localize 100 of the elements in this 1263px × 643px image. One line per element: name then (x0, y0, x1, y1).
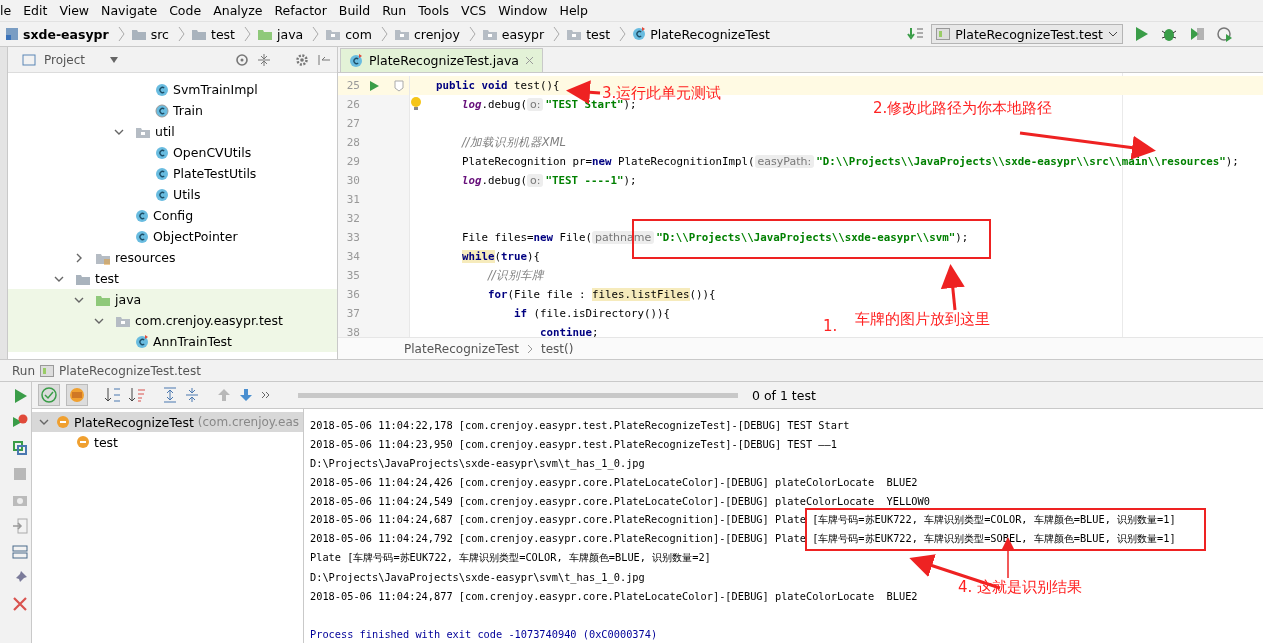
tree-item[interactable]: OpenCVUtils (8, 142, 337, 163)
tree-item[interactable]: AnnTrainTest (8, 331, 337, 352)
more-icon[interactable] (260, 389, 272, 401)
class-icon (155, 103, 169, 118)
sort-alpha-icon[interactable] (104, 387, 122, 403)
collapse-icon[interactable] (257, 52, 271, 67)
test-config-icon (936, 28, 951, 40)
code-line: PlateRecognition pr=new PlateRecognitionImpl( easyPath: "D:\\Projects\\JavaProjects\\sxde-easypr\\src\\main\\resources"); (461, 155, 1239, 168)
fold-icon[interactable] (394, 79, 404, 92)
code-line: public void test(){ (435, 79, 560, 92)
panel-title[interactable]: Project (44, 52, 86, 67)
lightbulb-icon[interactable] (410, 96, 422, 112)
tree-item[interactable]: ObjectPointer (8, 226, 337, 247)
menu-item[interactable]: Window (498, 3, 548, 18)
menu-item[interactable]: Refactor (274, 3, 327, 18)
arrow-down-icon[interactable] (238, 387, 254, 403)
breadcrumb-item[interactable]: easypr (501, 26, 545, 42)
breadcrumb-item[interactable]: test() (541, 341, 574, 356)
line-number: 26 (345, 98, 360, 111)
menu-item[interactable]: Analyze (213, 3, 263, 18)
code-line: log.debug( o: "TEST ----1"); (461, 174, 637, 187)
breadcrumb-item[interactable]: PlateRecognizeTest (404, 341, 519, 356)
tree-item[interactable]: test (8, 268, 337, 289)
breadcrumb-item[interactable]: com (345, 26, 372, 42)
collapse-all-icon[interactable] (184, 387, 200, 403)
line-number: 35 (345, 269, 360, 282)
code-line: continue; (539, 326, 599, 337)
line-number: 27 (345, 117, 360, 130)
project-icon (5, 27, 19, 41)
tree-item[interactable]: Train (8, 100, 337, 121)
show-ignored-toggle[interactable] (66, 384, 88, 406)
toggle-auto-test-icon[interactable] (11, 440, 28, 456)
sort-duration-icon[interactable] (128, 387, 146, 403)
menu-item[interactable]: Help (559, 3, 589, 18)
class-icon (155, 145, 169, 160)
test-config-icon (40, 363, 54, 378)
hide-icon[interactable] (317, 52, 331, 67)
tree-item[interactable]: util (8, 121, 337, 142)
test-tree-item[interactable]: PlateRecognizeTest (com.crenjoy.eas (32, 412, 303, 432)
breadcrumb-item[interactable]: src (150, 26, 169, 42)
menu-item[interactable]: Tools (418, 3, 449, 18)
layout-icon[interactable] (11, 544, 28, 560)
run-icon[interactable] (1133, 26, 1149, 42)
expand-all-icon[interactable] (162, 387, 178, 403)
breadcrumb-item[interactable]: java (277, 26, 304, 42)
rerun-failed-icon[interactable] (11, 414, 28, 430)
tree-item[interactable]: SvmTrainImpl (8, 79, 337, 100)
close-icon[interactable] (524, 56, 534, 65)
line-number: 37 (345, 307, 360, 320)
console-line: Plate [车牌号码=苏EUK722, 车牌识别类型=COLOR, 车牌颜色=BLUE, 识别数量=2] (310, 549, 711, 565)
tree-item[interactable]: java (8, 289, 337, 310)
line-number: 28 (345, 136, 360, 149)
tree-item[interactable]: PlateTestUtils (8, 163, 337, 184)
breadcrumb-item[interactable]: test (586, 26, 611, 42)
console-line: 2018-05-06 11:04:24,549 [com.crenjoy.easypr.core.PlateLocateColor]-[DEBUG] plateColorLocate YELLOW0 (310, 493, 930, 509)
folder-icon (257, 27, 273, 41)
menu-item[interactable]: View (59, 3, 90, 18)
annotation-text: 车牌的图片放到这里 (855, 310, 990, 329)
tree-item[interactable]: com.crenjoy.easypr.test (8, 310, 337, 331)
target-icon[interactable] (235, 52, 249, 67)
breadcrumb-item[interactable]: test (211, 26, 235, 42)
coverage-icon[interactable] (1189, 26, 1205, 42)
settings-icon[interactable] (295, 52, 309, 67)
tree-item[interactable]: Config (8, 205, 337, 226)
console-line: D:\Projects\JavaProjects\sxde-easypr\svm\t_has_1_0.jpg (310, 569, 645, 586)
test-tree-item[interactable]: test (32, 432, 303, 452)
breadcrumb-item[interactable]: PlateRecognizeTest (650, 26, 770, 42)
chevron-right-icon (527, 343, 533, 354)
chevron-right-icon (244, 26, 251, 42)
menu-item[interactable]: Build (338, 3, 371, 18)
tree-item[interactable]: Utils (8, 184, 337, 205)
profile-icon[interactable] (1217, 26, 1233, 42)
run-icon[interactable] (368, 79, 380, 92)
menu-item[interactable]: Run (382, 3, 407, 18)
breadcrumb-item[interactable]: crenjoy (413, 26, 460, 42)
menu-item[interactable]: le (0, 3, 12, 18)
menu-item[interactable]: Navigate (101, 3, 158, 18)
panel-title: Run (12, 363, 35, 378)
breadcrumb-item[interactable]: sxde-easypr (23, 26, 109, 42)
chevron-down-icon (1108, 30, 1118, 38)
menu-item[interactable]: VCS (461, 3, 487, 18)
package-icon (393, 27, 410, 41)
menu-item[interactable]: Edit (23, 3, 48, 18)
run-tab[interactable]: PlateRecognizeTest.test (59, 363, 201, 378)
chevron-right-icon (178, 26, 185, 42)
bug-icon[interactable] (1161, 26, 1177, 42)
menu-item[interactable]: Code (169, 3, 202, 18)
close-icon[interactable] (11, 596, 28, 612)
line-number: 29 (345, 155, 360, 168)
code-line: while(true){ (461, 250, 541, 263)
run-config-dropdown[interactable]: PlateRecognizeTest.test (931, 24, 1123, 44)
package-icon (325, 27, 342, 41)
show-passed-toggle[interactable] (38, 384, 60, 406)
check-circle-icon (41, 387, 57, 403)
tree-item[interactable]: resources (8, 247, 337, 268)
exit-icon[interactable] (11, 518, 28, 534)
caret-down-icon[interactable] (109, 55, 119, 64)
line-number: 36 (345, 288, 360, 301)
build-icon[interactable] (907, 27, 926, 41)
editor-tab[interactable]: PlateRecognizeTest.java (340, 48, 543, 72)
